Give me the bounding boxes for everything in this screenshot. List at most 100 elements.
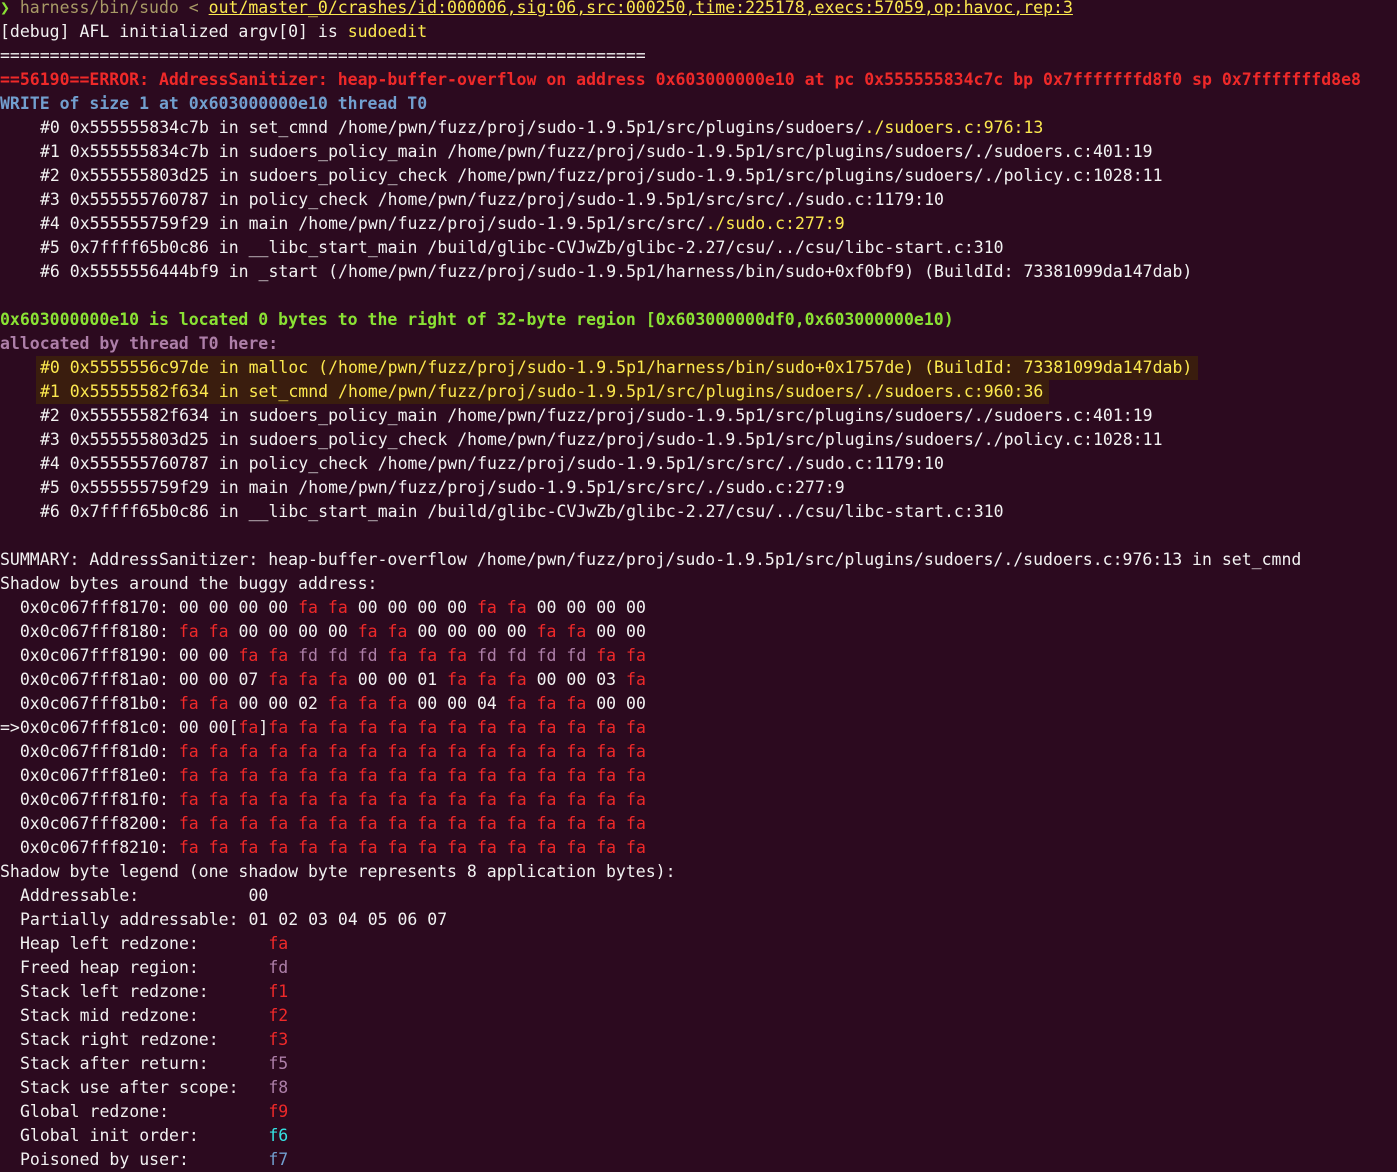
shadow-byte: fa [506, 694, 527, 713]
shadow-byte: fa [476, 742, 497, 761]
shadow-byte: fa [357, 718, 378, 737]
shadow-byte: fa [178, 622, 199, 641]
shadow-byte: 00 [298, 622, 318, 641]
shadow-byte-sep [199, 646, 209, 665]
frame-location-highlight: ./sudoers.c:976:13 [864, 118, 1044, 137]
shadow-byte-sep [199, 670, 209, 689]
shadow-byte: fa [327, 670, 348, 689]
command-binary: harness/bin/sudo [19, 0, 179, 17]
shadow-byte-sep [556, 742, 566, 761]
legend-item: Global init order: f6 [0, 1124, 1397, 1148]
shadow-byte-sep [586, 742, 596, 761]
legend-item: Stack left redzone: f1 [0, 980, 1397, 1004]
shadow-byte-sep [288, 646, 298, 665]
shadow-byte-sep [348, 646, 358, 665]
shadow-byte: fa [268, 646, 289, 665]
shadow-byte: fa [208, 694, 229, 713]
shadow-byte: 00 [268, 598, 289, 617]
shadow-byte: fa [476, 814, 497, 833]
shadow-byte: fa [476, 766, 497, 785]
shadow-row-marker [0, 646, 20, 665]
shadow-byte-sep [229, 622, 239, 641]
shadow-byte-sep [378, 694, 388, 713]
shadow-byte: fa [298, 742, 318, 761]
shadow-byte: fa [596, 718, 617, 737]
shadow-byte-sep [378, 646, 388, 665]
shadow-byte-sep [437, 670, 447, 689]
shadow-byte-sep [348, 622, 358, 641]
shadow-bracket-close: ] [258, 718, 269, 737]
shadow-byte-sep [378, 838, 388, 857]
terminal-output[interactable]: ❯ harness/bin/sudo < out/master_0/crashe… [0, 0, 1397, 1172]
shadow-byte-sep [169, 646, 179, 665]
shadow-byte-sep [556, 718, 566, 737]
shadow-byte: 00 [178, 646, 199, 665]
shadow-byte-sep [497, 718, 507, 737]
shadow-byte: fa [357, 790, 378, 809]
shadow-byte: fa [327, 598, 348, 617]
shadow-byte-sep [586, 646, 596, 665]
shadow-byte-sep [169, 838, 179, 857]
shadow-byte-sep [586, 838, 596, 857]
shadow-byte: fa [208, 766, 229, 785]
shadow-byte-sep [586, 814, 596, 833]
shadow-byte: 00 [566, 670, 587, 689]
shadow-byte-sep [407, 790, 417, 809]
shadow-byte: fa [626, 814, 646, 833]
shadow-row-marker [0, 670, 20, 689]
shadow-byte: fa [596, 742, 617, 761]
legend-label: Partially addressable: [20, 910, 249, 929]
shadow-byte-sep [288, 670, 298, 689]
shadow-row-address: 0x0c067fff8180: [19, 622, 169, 641]
legend-label: Global init order: [20, 1126, 269, 1145]
shadow-byte: fa [238, 766, 259, 785]
shadow-byte-sep [616, 646, 626, 665]
shadow-byte-sep [437, 598, 447, 617]
shadow-byte: 00 [447, 694, 468, 713]
shadow-bracket-open: [ [228, 718, 239, 737]
shadow-byte-sep [199, 838, 209, 857]
shadow-byte-buggy: fa [238, 718, 259, 737]
debug-line: [debug] AFL initialized argv[0] is sudoe… [0, 20, 1397, 44]
command-line: ❯ harness/bin/sudo < out/master_0/crashe… [0, 0, 1397, 20]
frame-text: #3 0x555555803d25 in sudoers_policy_chec… [40, 430, 1163, 449]
shadow-byte: 00 [536, 598, 557, 617]
shadow-byte: 00 [626, 598, 646, 617]
stack-frame: #3 0x555555760787 in policy_check /home/… [0, 188, 1397, 212]
shadow-byte-sep [288, 766, 298, 785]
shadow-byte: fa [447, 814, 468, 833]
shadow-byte: fa [566, 718, 587, 737]
shadow-byte-sep [586, 790, 596, 809]
shadow-row: 0x0c067fff81f0: fa fa fa fa fa fa fa fa … [0, 788, 1397, 812]
shadow-byte-sep [586, 766, 596, 785]
shadow-byte: fa [298, 598, 318, 617]
shadow-byte: fa [447, 838, 468, 857]
shadow-byte-sep [318, 598, 328, 617]
shadow-byte: 00 [387, 670, 408, 689]
shadow-byte: 00 [596, 598, 617, 617]
shadow-byte: 00 [596, 694, 617, 713]
shadow-byte-sep [497, 694, 507, 713]
shadow-byte: fa [506, 598, 527, 617]
legend-label: Poisoned by user: [20, 1150, 269, 1169]
legend-value: f5 [268, 1054, 289, 1073]
shadow-byte: 00 [238, 622, 259, 641]
shadow-byte-sep [527, 718, 537, 737]
shadow-byte: 00 [238, 694, 259, 713]
shadow-byte-sep [437, 622, 447, 641]
shadow-byte: fd [536, 646, 557, 665]
shadow-byte-sep [407, 670, 417, 689]
legend-value: 00 [248, 886, 269, 905]
shadow-byte-sep [258, 670, 268, 689]
shadow-byte: fa [626, 718, 646, 737]
command-input-file[interactable]: out/master_0/crashes/id:000006,sig:06,sr… [209, 0, 1073, 17]
separator-line: ========================================… [0, 46, 646, 65]
shadow-row-address: 0x0c067fff8200: [19, 814, 169, 833]
shadow-byte-sep [616, 598, 626, 617]
shadow-row: 0x0c067fff8180: fa fa 00 00 00 00 fa fa … [0, 620, 1397, 644]
shadow-byte: fa [238, 814, 259, 833]
legend-label: Heap left redzone: [20, 934, 269, 953]
shadow-byte: fa [476, 838, 497, 857]
shadow-byte-sep [348, 598, 358, 617]
shadow-byte-sep [407, 742, 417, 761]
